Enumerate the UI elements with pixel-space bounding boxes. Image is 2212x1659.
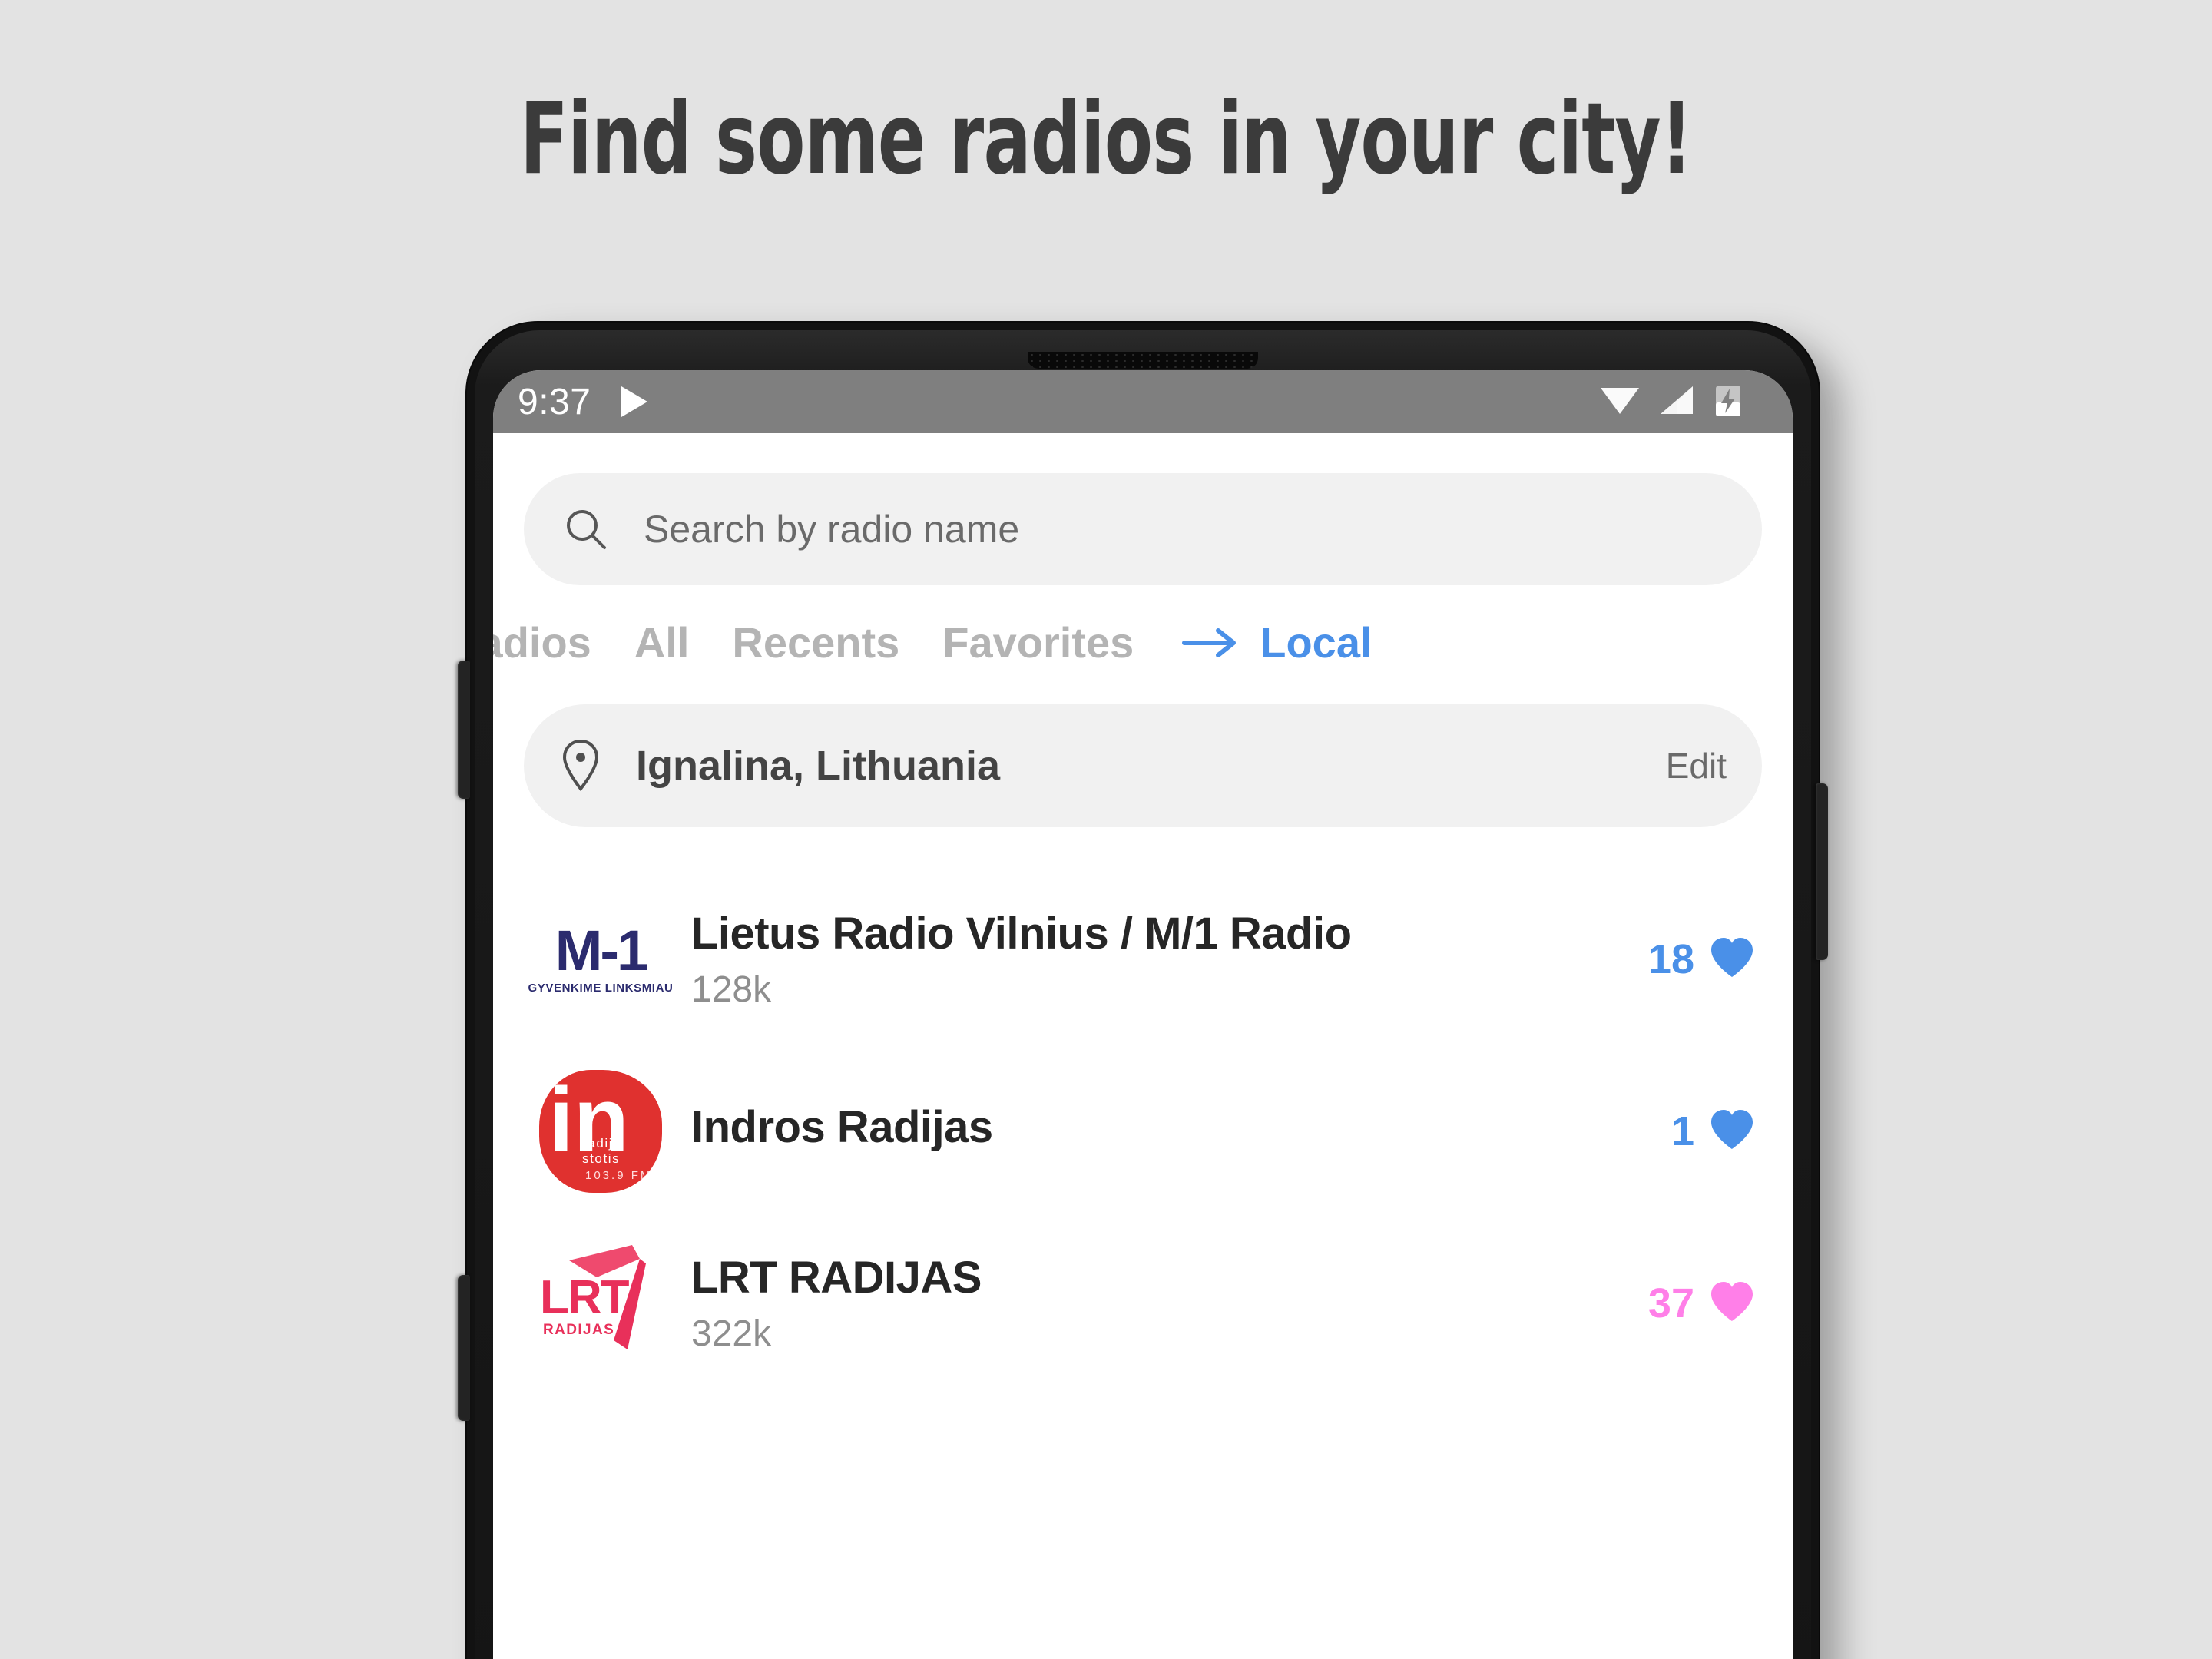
volume-up-button[interactable]	[458, 661, 470, 799]
station-logo: LRT RADIJAS	[524, 1238, 677, 1369]
search-input[interactable]: Search by radio name	[524, 473, 1762, 585]
arrow-right-icon	[1181, 626, 1240, 660]
tab-local[interactable]: Local	[1260, 618, 1372, 667]
favorite-control[interactable]: 1	[1671, 1108, 1756, 1156]
favorite-control[interactable]: 37	[1648, 1280, 1756, 1328]
tab-favorites[interactable]: Favorites	[942, 618, 1134, 667]
indros-logo-line2: 103.9 FM	[585, 1169, 653, 1182]
location-name: Ignalina, Lithuania	[636, 743, 1001, 789]
m1-logo-tagline: GYVENKIME LINKSMIAU	[528, 981, 674, 995]
edit-location-button[interactable]: Edit	[1666, 745, 1727, 786]
indros-logo-icon: in radijo stotis 103.9 FM	[539, 1070, 662, 1193]
table-row[interactable]: LRT RADIJAS LRT RADIJAS 322k 37	[493, 1217, 1793, 1389]
tab-recents[interactable]: Recents	[732, 618, 899, 667]
cell-signal-icon	[1657, 383, 1696, 421]
lrt-logo-icon: LRT RADIJAS	[535, 1242, 666, 1365]
status-icons	[1599, 382, 1767, 422]
search-icon	[562, 505, 610, 553]
table-row[interactable]: in radijo stotis 103.9 FM Indros Radijas…	[493, 1045, 1793, 1217]
heart-icon[interactable]	[1708, 1108, 1756, 1156]
station-bitrate: 128k	[691, 969, 772, 1010]
heart-icon[interactable]	[1708, 1280, 1756, 1328]
phone-screen: 9:37 Search by radio name dios All Recen…	[493, 370, 1793, 1659]
earpiece-speaker-grille	[1028, 352, 1258, 369]
location-bar[interactable]: Ignalina, Lithuania Edit	[524, 704, 1762, 827]
app-content: Search by radio name p radios All Recent…	[493, 473, 1793, 1389]
status-time: 9:37	[518, 381, 591, 422]
indros-logo-line1: radijo stotis	[582, 1136, 622, 1166]
volume-down-button[interactable]	[458, 1275, 470, 1421]
station-logo: in radijo stotis 103.9 FM	[524, 1066, 677, 1197]
m1-logo-mark: M-1	[555, 919, 648, 983]
favorite-count: 18	[1647, 936, 1694, 982]
heart-icon[interactable]	[1708, 935, 1756, 984]
power-button[interactable]	[1816, 783, 1828, 960]
table-row[interactable]: M-1 GYVENKIME LINKSMIAU Lietus Radio Vil…	[493, 873, 1793, 1045]
battery-charging-icon	[1713, 382, 1743, 422]
tab-top-radios[interactable]: p radios	[493, 618, 591, 667]
lrt-logo-tagline: RADIJAS	[543, 1322, 615, 1338]
m1-logo-icon: M-1 GYVENKIME LINKSMIAU	[528, 919, 674, 995]
status-bar: 9:37	[493, 370, 1793, 433]
station-name: Lietus Radio Vilnius / M/1 Radio	[691, 909, 1352, 959]
station-info: Lietus Radio Vilnius / M/1 Radio 128k	[677, 908, 1648, 1011]
page-title: Find some radios in your city!	[520, 82, 1693, 197]
search-placeholder: Search by radio name	[644, 508, 1020, 551]
station-bitrate: 322k	[691, 1313, 772, 1354]
play-icon	[617, 383, 651, 420]
tab-all[interactable]: All	[634, 618, 690, 667]
lrt-logo-mark: LRT	[540, 1271, 630, 1324]
station-list: M-1 GYVENKIME LINKSMIAU Lietus Radio Vil…	[493, 873, 1793, 1389]
category-tabs: p radios All Recents Favorites Local	[493, 618, 1793, 667]
station-logo: M-1 GYVENKIME LINKSMIAU	[524, 894, 677, 1025]
favorite-count: 37	[1647, 1280, 1694, 1326]
station-info: Indros Radijas	[677, 1101, 1671, 1162]
station-name: Indros Radijas	[691, 1101, 993, 1152]
favorite-control[interactable]: 18	[1648, 935, 1756, 984]
station-info: LRT RADIJAS 322k	[677, 1252, 1648, 1355]
station-name: LRT RADIJAS	[691, 1253, 982, 1303]
wifi-icon	[1599, 383, 1641, 421]
location-pin-icon	[559, 738, 602, 793]
poster-canvas: Find some radios in your city! 9:37 Sear…	[0, 0, 2212, 1659]
favorite-count: 1	[1671, 1108, 1694, 1154]
phone-mockup: 9:37 Search by radio name dios All Recen…	[458, 323, 1828, 1659]
